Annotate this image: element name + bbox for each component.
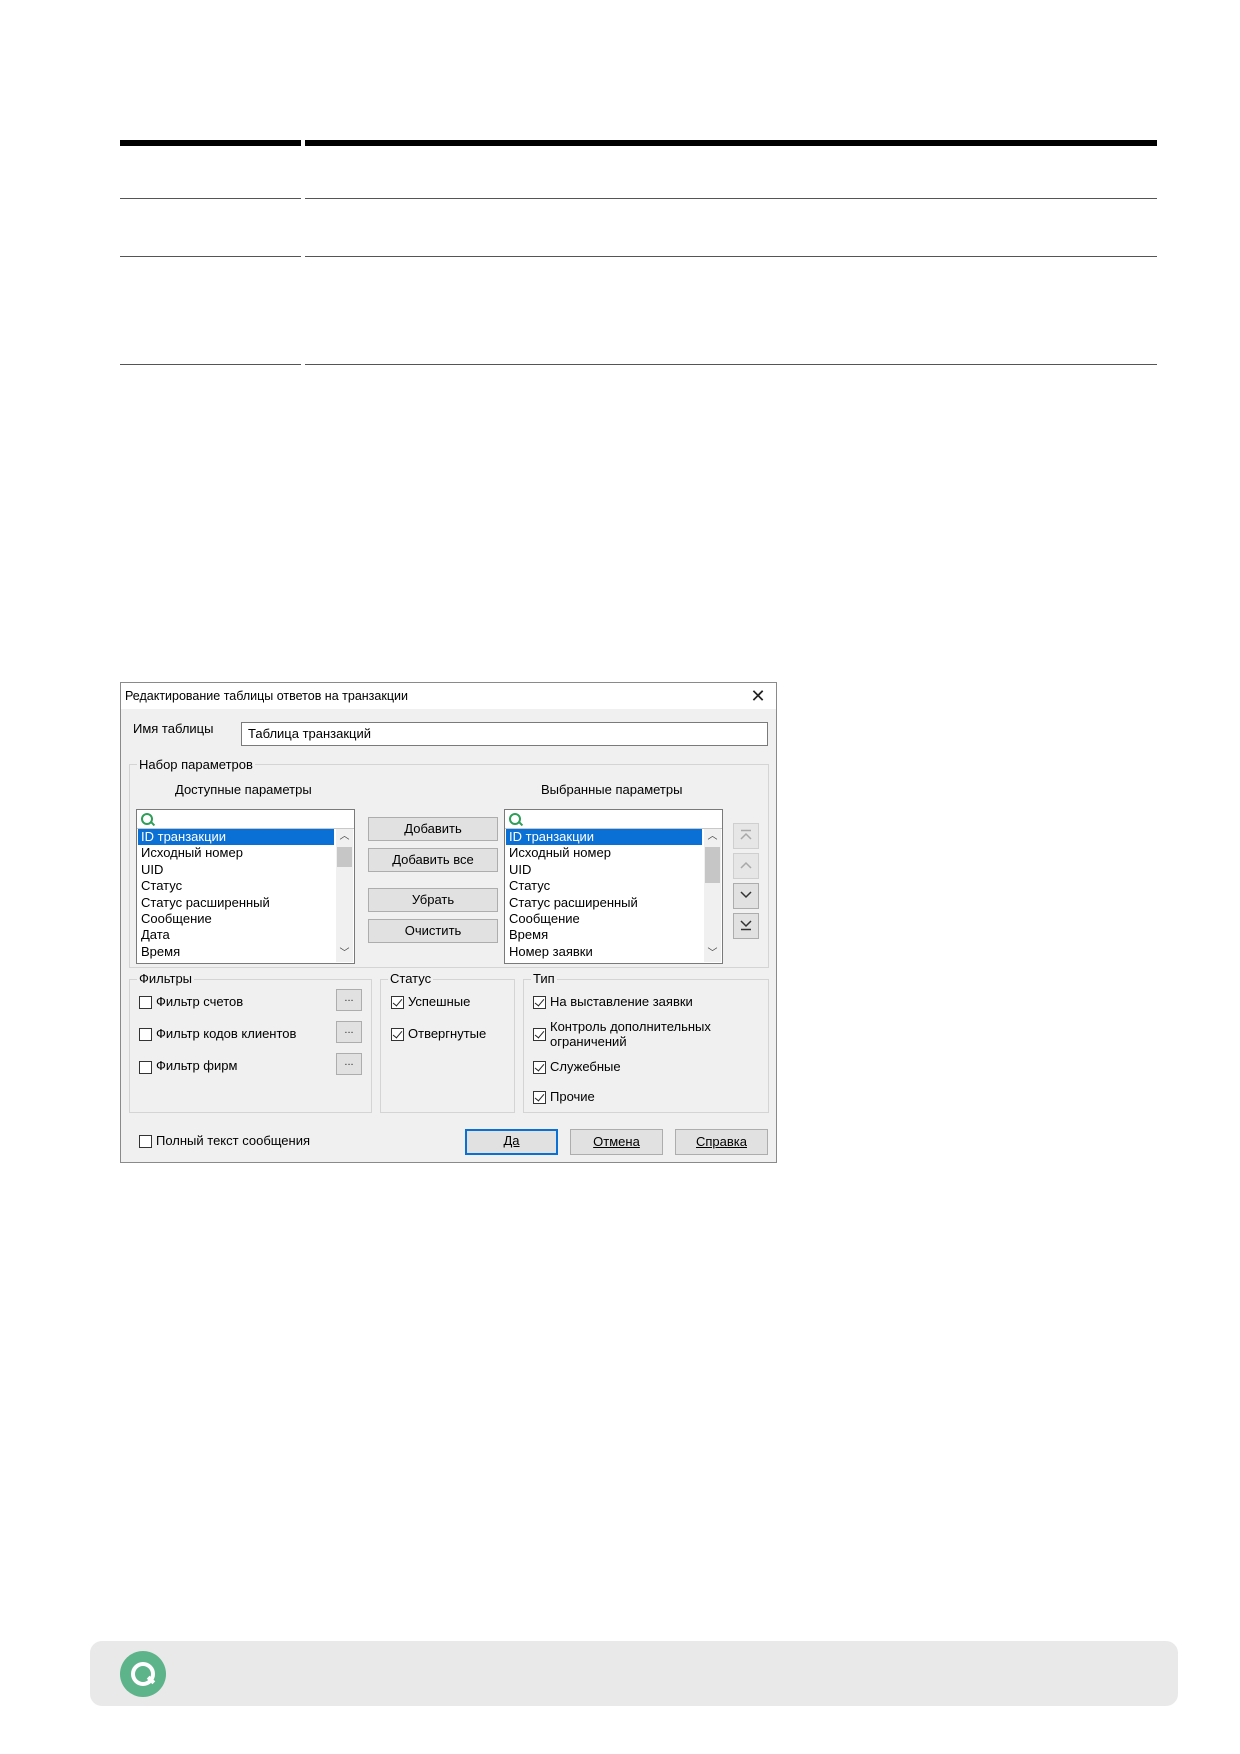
list-item[interactable]: ID транзакции [138,829,334,846]
filter-client-codes-checkbox[interactable] [139,1028,152,1041]
type-limits-label-line2: ограничений [550,1034,627,1049]
cancel-button[interactable]: Отмена [570,1129,663,1155]
help-button[interactable]: Справка [675,1129,768,1155]
list-item[interactable]: Статус [138,878,334,894]
move-bottom-icon [740,920,752,931]
scroll-up-icon[interactable]: ︿ [704,829,721,845]
add-button[interactable]: Добавить [368,817,498,841]
scroll-thumb[interactable] [337,847,352,867]
move-top-icon [740,829,752,840]
page-footer [90,1641,1178,1706]
selected-scrollbar[interactable]: ︿ ﹀ [704,829,721,962]
document-table [120,140,1157,366]
table-bottom-rule [120,364,1157,365]
available-items: ID транзакции Исходный номер UID Статус Стат… [138,829,334,960]
type-limits-label: Контроль дополнительных [550,1019,711,1034]
type-limits-checkbox[interactable] [533,1028,546,1041]
remove-button[interactable]: Убрать [368,888,498,912]
type-title: Тип [531,971,557,986]
filter-accounts-label: Фильтр счетов [156,994,244,1009]
filter-firms-checkbox[interactable] [139,1061,152,1074]
available-search-field[interactable] [137,810,354,829]
status-title: Статус [388,971,434,986]
move-bottom-button[interactable] [733,913,759,939]
add-all-button[interactable]: Добавить все [368,848,498,872]
list-item[interactable]: UID [138,862,334,878]
list-item[interactable]: Исходный номер [138,845,334,861]
list-item[interactable]: Исходный номер [506,845,702,861]
filter-client-codes-ellipsis-button[interactable]: ... [336,1021,362,1043]
selected-search-field[interactable] [505,810,722,829]
list-item[interactable]: Статус [506,878,702,894]
list-item[interactable]: Сообщение [506,911,702,927]
full-text-label: Полный текст сообщения [156,1133,311,1148]
selected-items: ID транзакции Исходный номер UID Статус Стат… [506,829,702,960]
scroll-thumb[interactable] [705,847,720,883]
selected-params-list[interactable]: ID транзакции Исходный номер UID Статус Стат… [504,809,723,964]
table-top-rule [120,140,1157,146]
search-icon [141,813,153,825]
list-item[interactable]: Номер заявки [506,944,702,960]
list-item[interactable]: Сообщение [138,911,334,927]
available-params-label: Доступные параметры [175,782,312,797]
cancel-button-label: Отмена [593,1134,640,1149]
type-service-checkbox[interactable] [533,1061,546,1074]
type-service-label: Служебные [550,1059,621,1074]
list-item[interactable]: Время [506,927,702,943]
scroll-down-icon[interactable]: ﹀ [704,946,721,962]
close-icon[interactable]: ✕ [740,683,776,709]
help-button-label: Справка [696,1134,747,1149]
logo-icon [120,1651,166,1697]
search-icon [509,813,521,825]
table-name-input[interactable]: Таблица транзакций [241,722,768,746]
ok-button[interactable]: Да [465,1129,558,1155]
type-other-checkbox[interactable] [533,1091,546,1104]
full-text-checkbox[interactable] [139,1135,152,1148]
list-item[interactable]: ID транзакции [506,829,702,846]
status-success-checkbox[interactable] [391,996,404,1009]
list-item[interactable]: Статус расширенный [138,895,334,911]
filter-firms-label: Фильтр фирм [156,1058,238,1073]
move-top-button[interactable] [733,823,759,849]
type-order-label: На выставление заявки [550,994,693,1009]
table-row-rule [120,256,1157,257]
list-item[interactable]: Статус расширенный [506,895,702,911]
param-group-title: Набор параметров [137,757,255,772]
filter-accounts-ellipsis-button[interactable]: ... [336,989,362,1011]
filters-title: Фильтры [137,971,195,986]
dialog-title: Редактирование таблицы ответов на транза… [125,689,408,703]
table-name-label: Имя таблицы [133,721,214,736]
list-item[interactable]: Дата [138,927,334,943]
status-rejected-label: Отвергнутые [408,1026,487,1041]
status-success-label: Успешные [408,994,471,1009]
type-other-label: Прочие [550,1089,595,1104]
table-row-rule [120,198,1157,199]
filter-accounts-checkbox[interactable] [139,996,152,1009]
list-item[interactable]: Время [138,944,334,960]
move-up-button[interactable] [733,853,759,879]
scroll-up-icon[interactable]: ︿ [336,829,353,845]
type-order-checkbox[interactable] [533,996,546,1009]
available-scrollbar[interactable]: ︿ ﹀ [336,829,353,962]
chevron-down-icon [740,891,752,899]
filter-client-codes-label: Фильтр кодов клиентов [156,1026,297,1041]
move-down-button[interactable] [733,883,759,909]
ok-button-label: Да [503,1133,520,1148]
available-params-list[interactable]: ID транзакции Исходный номер UID Статус Стат… [136,809,355,964]
scroll-down-icon[interactable]: ﹀ [336,946,353,962]
selected-params-label: Выбранные параметры [541,782,683,797]
filter-firms-ellipsis-button[interactable]: ... [336,1053,362,1075]
status-rejected-checkbox[interactable] [391,1028,404,1041]
chevron-up-icon [740,861,752,869]
edit-transaction-table-dialog: Редактирование таблицы ответов на транза… [120,682,777,1163]
clear-button[interactable]: Очистить [368,919,498,943]
title-bar: Редактирование таблицы ответов на транза… [121,683,776,709]
list-item[interactable]: UID [506,862,702,878]
